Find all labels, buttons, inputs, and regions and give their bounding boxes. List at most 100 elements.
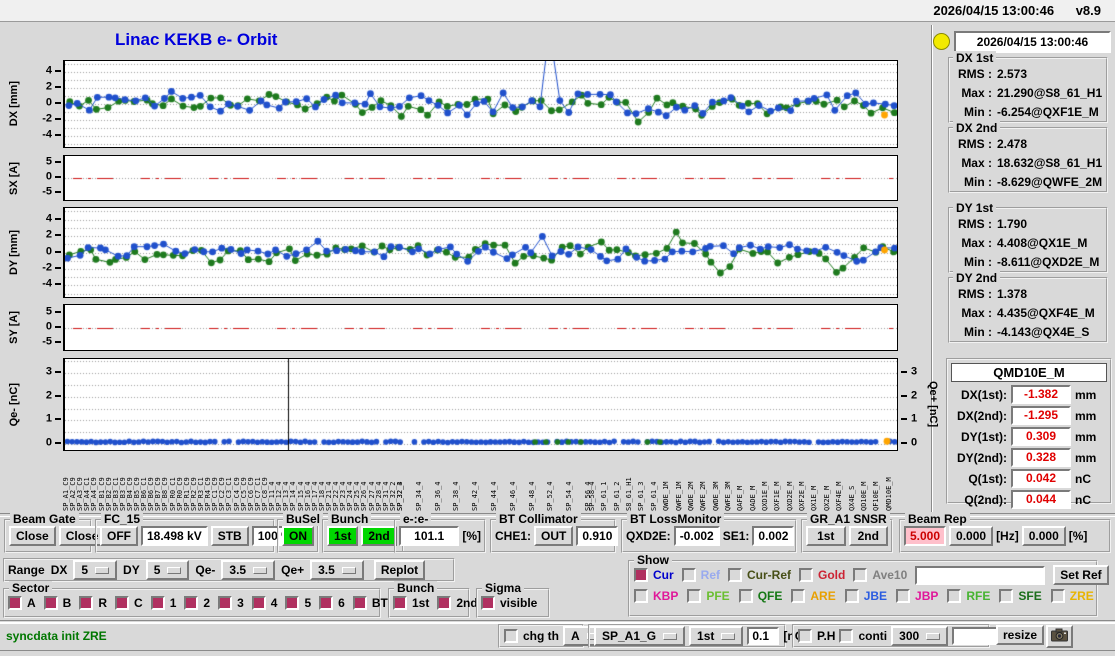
- x-axis-monitor-label: SP_R0_C1: [169, 477, 177, 511]
- stats-frame-label: DX 2nd: [953, 121, 1001, 135]
- checkbox-indicator: [999, 589, 1014, 603]
- selected-monitor-panel: QMD10E_M DX(1st): -1.382 mm DX(2nd): -1.295 m…: [946, 358, 1112, 509]
- x-axis-monitor-label: SP_18_4: [318, 481, 326, 511]
- threshold-input[interactable]: [747, 627, 780, 645]
- sector-checkbox-4[interactable]: 4: [251, 596, 277, 610]
- x-axis-monitor-label: S8_61_H1: [626, 477, 634, 511]
- sector-checkbox-C[interactable]: C: [115, 596, 143, 610]
- y-tick-label: 2: [45, 80, 52, 93]
- checkbox-label: KBP: [653, 589, 679, 603]
- sector-checkbox-R[interactable]: R: [79, 596, 107, 610]
- charge-plot-canvas[interactable]: [65, 359, 897, 450]
- resize-button[interactable]: resize: [996, 625, 1045, 645]
- x-axis-monitor-label: SP_C5_C9: [240, 477, 248, 511]
- checkbox-indicator: [634, 589, 648, 603]
- show-checkbox-Ave10[interactable]: Ave10: [853, 568, 907, 582]
- monitor-row-value: -1.295: [1011, 406, 1071, 425]
- range-qem-select[interactable]: 3.5: [221, 560, 276, 580]
- bunch-1st-button[interactable]: 1st: [327, 526, 359, 546]
- range-dx-select[interactable]: 5: [73, 560, 118, 580]
- sector-checkbox-A[interactable]: A: [8, 596, 36, 610]
- rms-value: 1.790: [997, 217, 1028, 231]
- checkbox-label: Ref: [700, 568, 721, 582]
- show-checkbox-ARE[interactable]: ARE: [791, 589, 836, 603]
- sigma-checkbox-visible[interactable]: visible: [481, 596, 537, 610]
- fc15-state-button[interactable]: OFF: [100, 526, 138, 546]
- sx-plot-canvas[interactable]: [65, 156, 897, 200]
- set-ref-button[interactable]: Set Ref: [1053, 565, 1109, 585]
- sy-plot-canvas[interactable]: [65, 305, 897, 350]
- fc15-mode-button[interactable]: STB: [210, 526, 249, 546]
- range-qep-select[interactable]: 3.5: [310, 560, 364, 580]
- gr-snsr-2nd-button[interactable]: 2nd: [848, 526, 888, 546]
- range-dy-select[interactable]: 5: [145, 560, 190, 580]
- show-checkbox-JBE[interactable]: JBE: [844, 589, 887, 603]
- min-label: Min :: [964, 175, 992, 189]
- replot-button[interactable]: Replot: [373, 560, 426, 580]
- x-axis-monitor-label: SP_38_4: [453, 481, 461, 511]
- show-checkbox-RFE[interactable]: RFE: [947, 589, 990, 603]
- show-checkbox-Gold[interactable]: Gold: [799, 568, 845, 582]
- points-select[interactable]: 300: [891, 626, 949, 646]
- sx-sigma-plot[interactable]: [63, 155, 898, 201]
- ph-checkbox[interactable]: P.H: [798, 629, 835, 643]
- charge-plot[interactable]: [63, 358, 898, 451]
- show-checkbox-SFE[interactable]: SFE: [999, 589, 1042, 603]
- x-axis-monitor-label: SP_B4_C9: [126, 477, 134, 511]
- conti-checkbox[interactable]: conti: [839, 629, 887, 643]
- y-tick-label: 5: [45, 155, 52, 168]
- screenshot-button[interactable]: [1046, 625, 1073, 648]
- range-label: Range: [8, 563, 45, 577]
- fc15-label: FC_15: [101, 512, 144, 526]
- bt-lossmonitor-label: BT LossMonitor: [627, 512, 725, 526]
- bunch-checkbox-2nd[interactable]: 2nd: [437, 596, 478, 610]
- show-checkbox-Cur[interactable]: Cur: [634, 568, 674, 582]
- che1-state-button[interactable]: OUT: [534, 526, 574, 546]
- gr-snsr-1st-button[interactable]: 1st: [806, 526, 846, 546]
- rms-value: 2.478: [997, 137, 1028, 151]
- busel-on-button[interactable]: ON: [282, 526, 314, 546]
- monitor-readout-row: Q(2nd): 0.044 nC: [951, 490, 1107, 509]
- bt-collimator-label: BT Collimator: [496, 512, 581, 526]
- sp-bunch-select[interactable]: 1st: [689, 626, 744, 646]
- sector-checkbox-5[interactable]: 5: [285, 596, 311, 610]
- sy-sigma-plot[interactable]: [63, 304, 898, 351]
- x-axis-monitor-label: SP_46_4: [509, 481, 517, 511]
- show-checkbox-ZRE[interactable]: ZRE: [1050, 589, 1094, 603]
- bunch-select-label: Bunch: [394, 581, 438, 595]
- monitor-row-value: 0.328: [1011, 448, 1071, 467]
- show-checkbox-Ref[interactable]: Ref: [681, 568, 721, 582]
- show-checkbox-JBP[interactable]: JBP: [896, 589, 938, 603]
- dy-plot-canvas[interactable]: [65, 208, 897, 297]
- checkbox-indicator: [504, 629, 518, 643]
- range-qem-label: Qe-: [195, 563, 216, 577]
- sector-checkbox-6[interactable]: 6: [319, 596, 345, 610]
- show-checkbox-QFE[interactable]: QFE: [738, 589, 782, 603]
- sector-checkbox-2[interactable]: 2: [184, 596, 210, 610]
- ref-file-input[interactable]: [915, 565, 1046, 585]
- sector-checkbox-3[interactable]: 3: [218, 596, 244, 610]
- dx-plot-canvas[interactable]: [65, 61, 897, 147]
- bunch-checkbox-1st[interactable]: 1st: [393, 596, 429, 610]
- checkbox-indicator: [634, 568, 648, 582]
- sector-label: Sector: [9, 581, 53, 595]
- sector-checkbox-1[interactable]: 1: [150, 596, 176, 610]
- kekb-orbit-window: 2026/04/15 13:00:46 v8.9 Linac KEKB e- O…: [0, 0, 1115, 656]
- sp-monitor-select[interactable]: SP_A1_G: [594, 626, 686, 646]
- chg-th-checkbox[interactable]: chg th: [504, 629, 559, 643]
- checkbox-label: RFE: [966, 589, 991, 603]
- dx-orbit-plot[interactable]: [63, 60, 898, 148]
- show-checkbox-PFE[interactable]: PFE: [687, 589, 730, 603]
- checkbox-indicator: [115, 596, 130, 610]
- dy-orbit-plot[interactable]: [63, 207, 898, 298]
- beam-gate-close-button-1[interactable]: Close: [9, 526, 56, 546]
- ee-ratio-frame: e-:e- 101.1 [%]: [394, 512, 486, 553]
- checkbox-label: ZRE: [1069, 589, 1094, 603]
- sector-checkbox-B[interactable]: B: [43, 596, 71, 610]
- points-value: 300: [899, 629, 920, 643]
- x-axis-monitor-label: QX4E_S: [848, 485, 856, 511]
- bunch-2nd-button[interactable]: 2nd: [361, 526, 397, 546]
- show-checkbox-KBP[interactable]: KBP: [634, 589, 678, 603]
- show-checkbox-Cur-Ref[interactable]: Cur-Ref: [728, 568, 791, 582]
- sector-checkbox-BT[interactable]: BT: [352, 596, 388, 610]
